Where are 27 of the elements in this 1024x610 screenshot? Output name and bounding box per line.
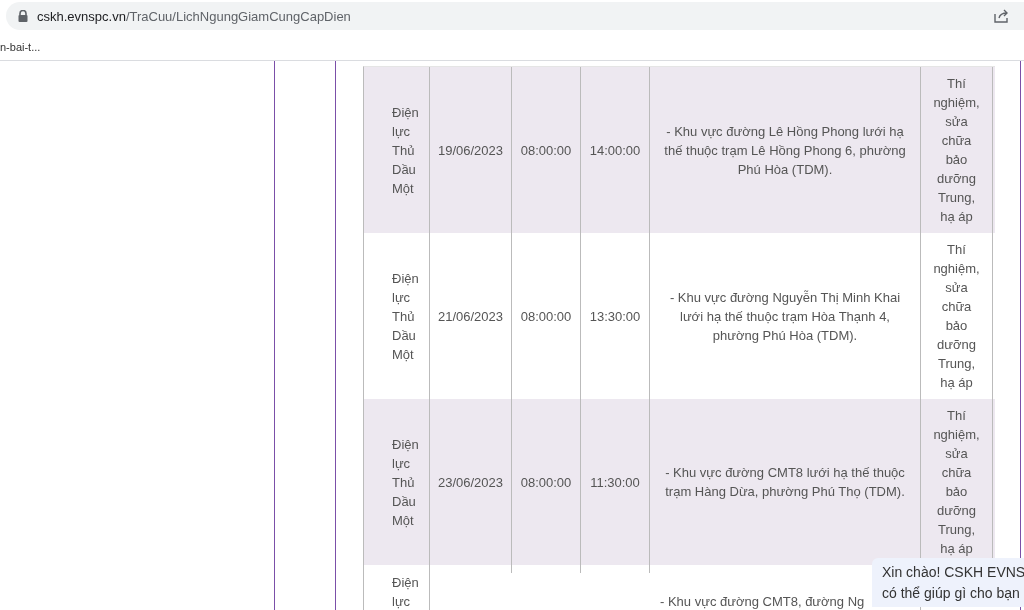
table-cell-text: Thí nghiệm, sửa chữa bảo dưỡng Trung, hạ áp [933,241,980,392]
table-cell-text: 14:00:00 [589,141,641,160]
table-cell-text: Điện lực Thủ Dầu Một [392,103,420,198]
table-cell-text: Điện lực [392,574,420,610]
table-cell-text: 21/06/2023 [437,307,504,326]
table-cell-text: 13:30:00 [589,307,641,326]
chat-message: Xin chào! CSKH EVNS [882,564,1024,580]
bookmark-item[interactable]: n-bai-t... [0,41,41,53]
table-cell-text: - Khu vực đường CMT8, đường Ng [660,593,865,610]
lock-icon [18,10,28,22]
url-text[interactable]: cskh.evnspc.vn/TraCuu/LichNgungGiamCungCapDien [37,8,351,24]
table-cell-text: 08:00:00 [520,307,572,326]
table-cell-text: 11:30:00 [590,473,640,492]
table-cell-text: - Khu vực đường Nguyễn Thị Minh Khai lưới hạ thế thuộc trạm Hòa Thạnh 4, phường Phú Hòa (TDM). [668,288,902,345]
table-cell-text: Điện lực Thủ Dầu Một [392,269,420,364]
table-cell-text: Thí nghiệm, sửa chữa bảo dưỡng Trung, hạ áp [933,407,980,558]
table-cell-text: - Khu vực đường CMT8 lưới hạ thế thuộc trạm Hàng Dừa, phường Phú Thọ (TDM). [664,464,906,501]
table-cell-text: Điện lực Thủ Dầu Một [392,435,420,530]
share-icon[interactable] [994,9,1010,23]
table-cell-text: 19/06/2023 [437,141,504,160]
chat-message: có thể giúp gì cho bạn [882,585,1021,601]
table-cell-text: Thí nghiệm, sửa chữa bảo dưỡng Trung, hạ áp [933,75,980,226]
table-cell-text: 08:00:00 [520,473,572,492]
chat-bubble[interactable]: Xin chào! CSKH EVNS có thể giúp gì cho bạn [872,558,1024,607]
table-cell-text: - Khu vực đường Lê Hồng Phong lưới hạ thế thuộc trạm Lê Hồng Phong 6, phường Phú Hòa (TDM). [663,122,907,179]
table-cell-text: 23/06/2023 [437,473,504,492]
table-cell-text: 08:00:00 [520,141,572,160]
